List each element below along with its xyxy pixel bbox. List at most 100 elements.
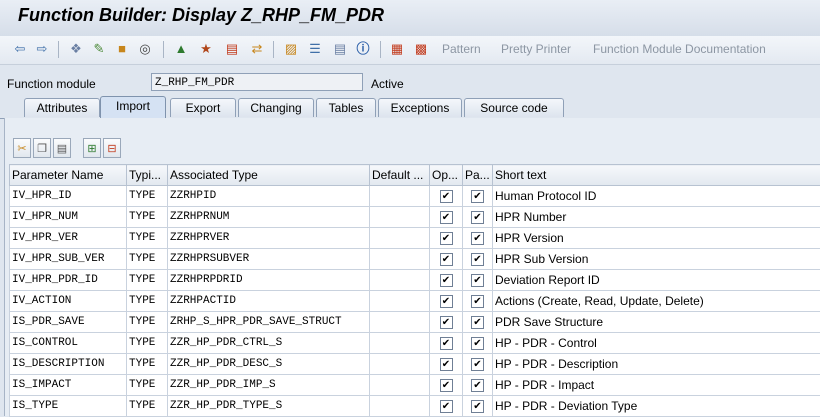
associated-type-cell[interactable]: ZZRHPID — [168, 186, 370, 207]
optional-checkbox[interactable]: ✔ — [440, 295, 453, 308]
parameter-name-cell[interactable]: IV_HPR_NUM — [10, 207, 127, 228]
associated-type-cell[interactable]: ZZR_HP_PDR_DESC_S — [168, 354, 370, 375]
pretty-printer-button[interactable]: Pretty Printer — [501, 42, 571, 56]
typing-cell[interactable]: TYPE — [127, 312, 168, 333]
default-value-cell[interactable] — [370, 312, 430, 333]
tab-tables[interactable]: Tables — [316, 98, 376, 117]
typing-cell[interactable]: TYPE — [127, 270, 168, 291]
default-value-cell[interactable] — [370, 249, 430, 270]
table-row[interactable]: IV_HPR_IDTYPEZZRHPID ✔ ✔ Human Protocol ID — [10, 186, 820, 207]
column-header-associated-type[interactable]: Associated Type — [168, 165, 370, 186]
optional-checkbox[interactable]: ✔ — [440, 232, 453, 245]
hierarchy-icon[interactable]: ▨ — [282, 40, 300, 58]
default-value-cell[interactable] — [370, 207, 430, 228]
pass-value-checkbox[interactable]: ✔ — [471, 379, 484, 392]
insert-icon[interactable]: ▦ — [388, 40, 406, 58]
pass-value-checkbox[interactable]: ✔ — [471, 253, 484, 266]
typing-cell[interactable]: TYPE — [127, 396, 168, 417]
short-text-cell[interactable]: HP - PDR - Impact — [493, 375, 820, 396]
tab-changing[interactable]: Changing — [238, 98, 314, 117]
info-icon[interactable]: ⓘ — [354, 40, 372, 58]
default-value-cell[interactable] — [370, 186, 430, 207]
insert-row-icon[interactable]: ⊞ — [83, 138, 101, 158]
short-text-cell[interactable]: HP - PDR - Control — [493, 333, 820, 354]
short-text-cell[interactable]: HP - PDR - Description — [493, 354, 820, 375]
parameter-name-cell[interactable]: IS_PDR_SAVE — [10, 312, 127, 333]
associated-type-cell[interactable]: ZRHP_S_HPR_PDR_SAVE_STRUCT — [168, 312, 370, 333]
associated-type-cell[interactable]: ZZRHPRPDRID — [168, 270, 370, 291]
short-text-cell[interactable]: HPR Sub Version — [493, 249, 820, 270]
column-header-typing[interactable]: Typi... — [127, 165, 168, 186]
tab-import[interactable]: Import — [100, 96, 166, 119]
tab-exceptions[interactable]: Exceptions — [378, 98, 462, 117]
test-icon[interactable]: ★ — [197, 40, 215, 58]
parameter-name-cell[interactable]: IS_IMPACT — [10, 375, 127, 396]
function-module-documentation-button[interactable]: Function Module Documentation — [593, 42, 766, 56]
associated-type-cell[interactable]: ZZRHPRSUBVER — [168, 249, 370, 270]
table-row[interactable]: IV_HPR_VERTYPEZZRHPRVER✔✔HPR Version — [10, 228, 820, 249]
activate-icon[interactable]: ■ — [113, 40, 131, 58]
optional-checkbox[interactable]: ✔ — [440, 379, 453, 392]
other-object-icon[interactable]: ❖ — [67, 40, 85, 58]
short-text-cell[interactable]: Deviation Report ID — [493, 270, 820, 291]
typing-cell[interactable]: TYPE — [127, 291, 168, 312]
short-text-cell[interactable]: HPR Number — [493, 207, 820, 228]
optional-checkbox[interactable]: ✔ — [440, 400, 453, 413]
table-row[interactable]: IV_HPR_PDR_IDTYPEZZRHPRPDRID✔✔Deviation … — [10, 270, 820, 291]
delete-row-icon[interactable]: ⊟ — [103, 138, 121, 158]
tab-attributes[interactable]: Attributes — [24, 98, 100, 117]
pass-value-checkbox[interactable]: ✔ — [471, 337, 484, 350]
table-row[interactable]: IV_HPR_NUMTYPEZZRHPRNUM ✔ ✔ HPR Number — [10, 207, 820, 228]
default-value-cell[interactable] — [370, 291, 430, 312]
default-value-cell[interactable] — [370, 396, 430, 417]
optional-checkbox[interactable]: ✔ — [440, 337, 453, 350]
check-icon[interactable]: ◎ — [136, 40, 154, 58]
parameter-name-cell[interactable]: IS_CONTROL — [10, 333, 127, 354]
copy-icon[interactable]: ❐ — [33, 138, 51, 158]
parameter-name-cell[interactable]: IS_TYPE — [10, 396, 127, 417]
default-value-cell[interactable] — [370, 375, 430, 396]
help-icon[interactable]: ▤ — [331, 40, 349, 58]
associated-type-cell[interactable]: ZZR_HP_PDR_TYPE_S — [168, 396, 370, 417]
pass-value-checkbox[interactable]: ✔ — [471, 190, 484, 203]
where-used-icon[interactable]: ▲ — [172, 40, 190, 58]
typing-cell[interactable]: TYPE — [127, 207, 168, 228]
column-header-default-value[interactable]: Default ... — [370, 165, 430, 186]
short-text-cell[interactable]: HPR Version — [493, 228, 820, 249]
table-row[interactable]: IS_IMPACTTYPEZZR_HP_PDR_IMP_S✔✔HP - PDR … — [10, 375, 820, 396]
optional-checkbox[interactable]: ✔ — [440, 316, 453, 329]
pass-value-checkbox[interactable]: ✔ — [471, 211, 484, 224]
delete-icon[interactable]: ▩ — [412, 40, 430, 58]
forward-arrow-icon[interactable]: ⇨ — [33, 40, 51, 58]
default-value-cell[interactable] — [370, 333, 430, 354]
parameter-name-cell[interactable]: IS_DESCRIPTION — [10, 354, 127, 375]
optional-checkbox[interactable]: ✔ — [440, 190, 453, 203]
display-change-icon[interactable]: ✎ — [90, 40, 108, 58]
associated-type-cell[interactable]: ZZR_HP_PDR_CTRL_S — [168, 333, 370, 354]
tab-source-code[interactable]: Source code — [464, 98, 564, 117]
associated-type-cell[interactable]: ZZRHPACTID — [168, 291, 370, 312]
paste-icon[interactable]: ▤ — [53, 138, 71, 158]
short-text-cell[interactable]: Human Protocol ID — [493, 186, 820, 207]
typing-cell[interactable]: TYPE — [127, 333, 168, 354]
pass-value-checkbox[interactable]: ✔ — [471, 400, 484, 413]
optional-checkbox[interactable]: ✔ — [440, 358, 453, 371]
default-value-cell[interactable] — [370, 228, 430, 249]
typing-cell[interactable]: TYPE — [127, 186, 168, 207]
pass-value-checkbox[interactable]: ✔ — [471, 295, 484, 308]
optional-checkbox[interactable]: ✔ — [440, 274, 453, 287]
pass-value-checkbox[interactable]: ✔ — [471, 232, 484, 245]
table-row[interactable]: IS_CONTROLTYPEZZR_HP_PDR_CTRL_S ✔ ✔ HP - PD… — [10, 333, 820, 354]
associated-type-cell[interactable]: ZZRHPRNUM — [168, 207, 370, 228]
parameter-name-cell[interactable]: IV_ACTION — [10, 291, 127, 312]
column-header-optional[interactable]: Op... — [430, 165, 463, 186]
cut-icon[interactable]: ✂ — [13, 138, 31, 158]
function-module-field[interactable]: Z_RHP_FM_PDR — [151, 73, 363, 91]
short-text-cell[interactable]: HP - PDR - Deviation Type — [493, 396, 820, 417]
parameter-name-cell[interactable]: IV_HPR_SUB_VER — [10, 249, 127, 270]
typing-cell[interactable]: TYPE — [127, 249, 168, 270]
typing-cell[interactable]: TYPE — [127, 354, 168, 375]
optional-checkbox[interactable]: ✔ — [440, 211, 453, 224]
parameter-name-cell[interactable]: IV_HPR_ID — [10, 186, 127, 207]
navigation-window-icon[interactable]: ⇄ — [248, 40, 266, 58]
